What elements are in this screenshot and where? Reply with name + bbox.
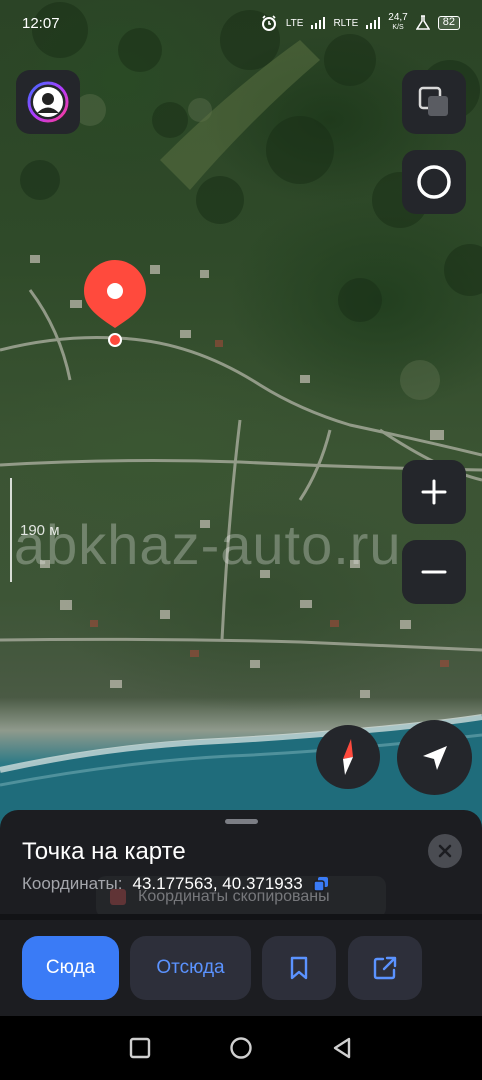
close-button[interactable]	[428, 834, 462, 868]
close-icon	[438, 844, 452, 858]
scale-bar	[10, 478, 12, 582]
compass-icon	[343, 739, 353, 775]
speed-value: 24,7	[388, 12, 408, 23]
zoom-in-icon	[421, 479, 447, 505]
place-title: Точка на карте	[22, 838, 186, 865]
layers-icon	[418, 86, 448, 116]
network-1-label: LTE	[285, 17, 304, 29]
copy-icon[interactable]	[312, 876, 329, 892]
location-marker-icon[interactable]	[82, 258, 148, 350]
share-button[interactable]	[348, 936, 422, 1000]
profile-icon	[27, 81, 69, 123]
status-time: 12:07	[22, 14, 60, 32]
nav-back-icon[interactable]	[331, 1037, 353, 1059]
my-location-button[interactable]	[397, 720, 472, 795]
nav-home-icon[interactable]	[229, 1036, 253, 1060]
divider	[0, 914, 482, 920]
alarm-icon	[261, 15, 276, 31]
place-card: Точка на карте Координаты скопированы Ко…	[0, 810, 482, 1016]
zoom-in-button[interactable]	[402, 460, 466, 524]
navigation-arrow-icon	[422, 745, 447, 770]
sheet-handle[interactable]	[225, 819, 258, 824]
signal-icon	[311, 17, 326, 29]
network-2-label: RLTE	[333, 17, 359, 29]
flask-icon	[415, 15, 430, 30]
status-bar: 12:07 LTE RLTE 24,7 K/S 82	[0, 0, 482, 46]
coordinates-value[interactable]: 43.177563, 40.371933	[133, 874, 303, 894]
coordinates-row[interactable]: Координаты: 43.177563, 40.371933	[22, 874, 329, 894]
layers-button[interactable]	[402, 70, 466, 134]
circle-icon	[417, 165, 451, 199]
speed-unit: K/S	[392, 24, 404, 31]
network-speed: 24,7 K/S	[388, 13, 407, 33]
bookmark-button[interactable]	[262, 936, 336, 1000]
circle-button[interactable]	[402, 150, 466, 214]
system-nav-bar	[0, 1016, 482, 1080]
bookmark-icon	[290, 956, 308, 980]
route-here-button[interactable]: Сюда	[22, 936, 119, 1000]
zoom-out-icon	[421, 570, 447, 574]
battery-level: 82	[437, 16, 460, 30]
signal-2-icon	[366, 17, 381, 29]
compass-button[interactable]	[316, 725, 380, 789]
zoom-out-button[interactable]	[402, 540, 466, 604]
coordinates-label: Координаты:	[22, 874, 123, 893]
profile-button[interactable]	[16, 70, 80, 134]
nav-recent-icon[interactable]	[129, 1037, 151, 1059]
share-icon	[373, 956, 397, 980]
watermark: abkhaz-auto.ru	[14, 513, 402, 576]
status-indicators: LTE RLTE 24,7 K/S 82	[260, 13, 460, 33]
route-from-here-button[interactable]: Отсюда	[130, 936, 251, 1000]
